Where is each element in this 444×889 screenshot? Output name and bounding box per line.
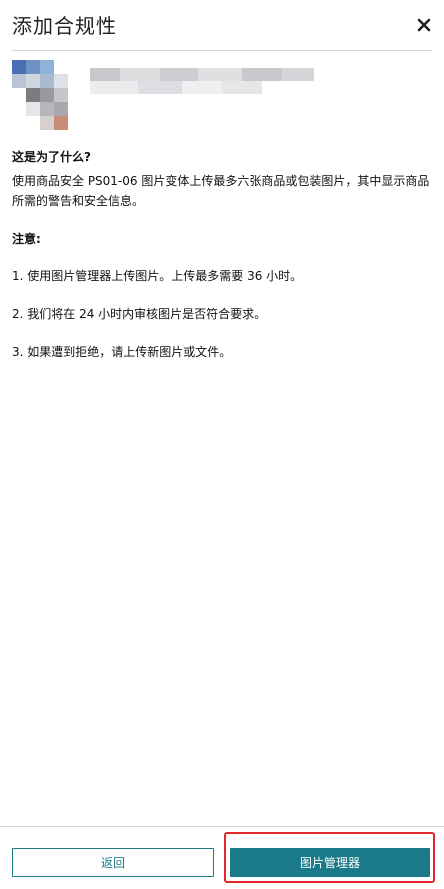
close-icon: [417, 18, 431, 32]
purpose-heading: 这是为了什么?: [12, 150, 91, 164]
dialog-header: 添加合规性: [0, 0, 444, 52]
header-divider: [12, 50, 432, 51]
purpose-description: 使用商品安全 PS01-06 图片变体上传最多六张商品或包装图片，其中显示商品所…: [12, 174, 430, 208]
footer-divider: [0, 826, 444, 827]
close-button[interactable]: [414, 15, 434, 35]
note-step-1: 1. 使用图片管理器上传图片。上传最多需要 36 小时。: [12, 269, 303, 283]
dialog-title: 添加合规性: [12, 14, 117, 38]
product-thumbnail: [12, 60, 84, 132]
product-summary: [12, 60, 432, 132]
product-title: [90, 68, 314, 94]
note-heading: 注意:: [12, 232, 41, 246]
dialog-content: 这是为了什么? 使用商品安全 PS01-06 图片变体上传最多六张商品或包装图片…: [12, 147, 432, 362]
note-step-3: 3. 如果遭到拒绝，请上传新图片或文件。: [12, 345, 232, 359]
image-manager-button[interactable]: 图片管理器: [230, 848, 430, 877]
note-step-2: 2. 我们将在 24 小时内审核图片是否符合要求。: [12, 307, 267, 321]
back-button[interactable]: 返回: [12, 848, 214, 877]
